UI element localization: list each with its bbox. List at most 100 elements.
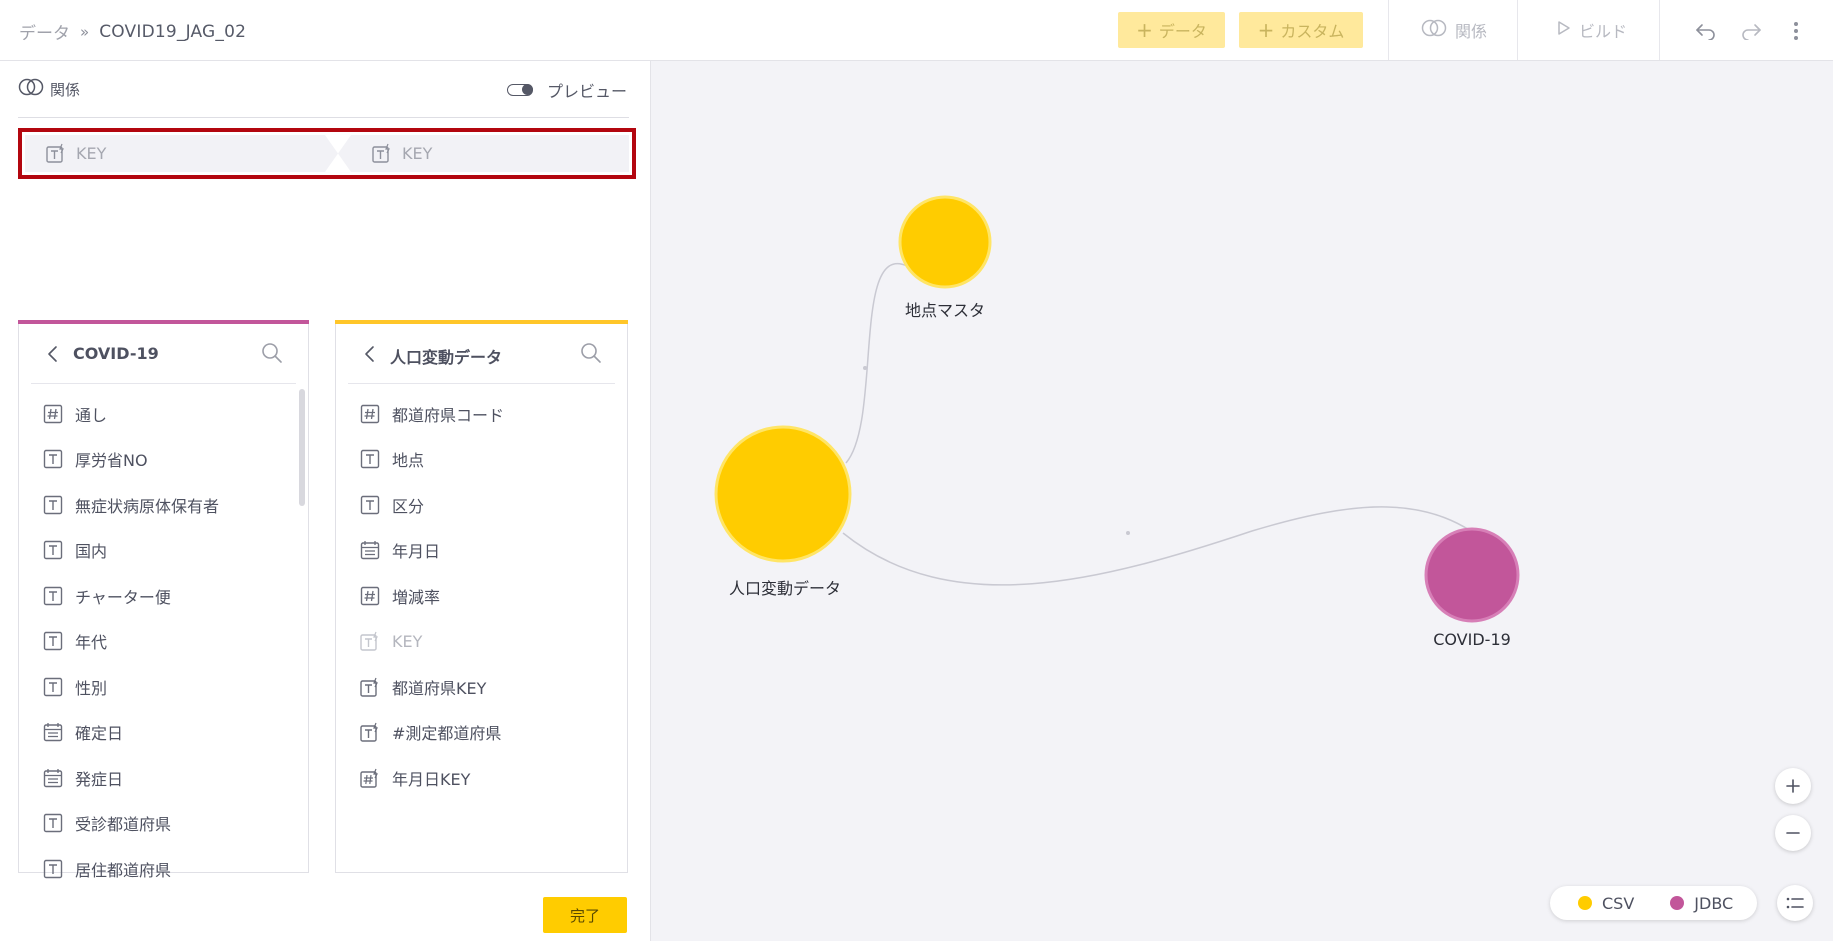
join-separator: [325, 135, 351, 172]
add-custom-label: カスタム: [1280, 22, 1345, 41]
field-label: 地点: [392, 451, 425, 471]
plus-icon: +: [1136, 18, 1153, 42]
calendar-icon: [360, 540, 380, 560]
text-type-icon: [43, 859, 63, 879]
field-row[interactable]: 国内: [19, 528, 308, 574]
build-button[interactable]: ビルド: [1557, 12, 1627, 48]
more-menu-icon[interactable]: [1783, 18, 1809, 44]
field-row[interactable]: 年月日: [336, 528, 627, 574]
breadcrumb-root-link[interactable]: データ: [19, 19, 70, 44]
field-row[interactable]: 都道府県コード: [336, 391, 627, 437]
field-row[interactable]: 性別: [19, 664, 308, 710]
field-list: 都道府県コード 地点区分年月日増減率 KEY 都道府県KEY #測定都道府県年月日KEY: [336, 391, 627, 801]
field-row[interactable]: 確定日: [19, 710, 308, 756]
number-type-icon: [360, 586, 380, 606]
table-card-header: COVID-19: [19, 324, 308, 383]
field-label: 年月日: [392, 542, 441, 562]
relation-button[interactable]: 関係: [1421, 12, 1487, 48]
node-chiten-circle: [898, 195, 992, 289]
number-type-icon: [43, 404, 63, 424]
text-type-icon: [43, 813, 63, 833]
field-row[interactable]: 無症状病原体保有者: [19, 482, 308, 528]
field-label: 都道府県KEY: [392, 678, 487, 698]
field-row[interactable]: 年月日KEY: [336, 755, 627, 801]
toolbar-divider: [1659, 0, 1660, 60]
zoom-in-button[interactable]: [1775, 768, 1811, 804]
minus-icon: [1786, 832, 1800, 834]
field-row[interactable]: 増減率: [336, 573, 627, 619]
node-jinko-circle: [714, 425, 852, 563]
field-label: 居住都道府県: [75, 860, 172, 880]
join-left-field[interactable]: KEY: [46, 143, 106, 163]
field-row[interactable]: 地点: [336, 437, 627, 483]
field-row[interactable]: 都道府県KEY: [336, 664, 627, 710]
zoom-out-button[interactable]: [1775, 815, 1811, 851]
node-label-chiten[interactable]: 地点マスタ: [905, 297, 985, 321]
field-row[interactable]: 厚労省NO: [19, 437, 308, 483]
list-view-button[interactable]: [1777, 885, 1813, 921]
legend-item-csv: CSV: [1578, 894, 1634, 913]
source-legend: CSV JDBC: [1550, 886, 1757, 920]
relation-graph-canvas[interactable]: 地点マスタ 人口変動データ COVID-19: [652, 61, 1833, 941]
field-row[interactable]: KEY: [336, 619, 627, 665]
field-label: 年代: [75, 633, 108, 653]
field-label: 性別: [75, 678, 108, 698]
search-icon[interactable]: [260, 341, 284, 365]
search-icon[interactable]: [579, 341, 603, 365]
add-data-label: データ: [1158, 22, 1207, 41]
field-label: 都道府県コード: [392, 405, 505, 425]
text-custom-icon: [360, 677, 380, 697]
text-type-icon: [43, 495, 63, 515]
field-label: 年月日KEY: [392, 769, 471, 789]
graph-edge: [845, 262, 908, 464]
field-row[interactable]: チャーター便: [19, 573, 308, 619]
text-custom-icon: [46, 143, 66, 163]
field-label: 厚労省NO: [75, 451, 148, 471]
text-custom-icon: [360, 631, 380, 651]
edge-midpoint: [1126, 531, 1130, 535]
csv-dot-icon: [1578, 896, 1592, 910]
field-row[interactable]: 通し: [19, 391, 308, 437]
table-name: 人口変動データ: [390, 348, 503, 367]
undo-icon[interactable]: [1693, 18, 1719, 44]
edge-midpoint: [863, 366, 867, 370]
field-row[interactable]: 区分: [336, 482, 627, 528]
table-card-covid: COVID-19 通し厚労省NO 無症状病原体保有者国内チャーター便 年代性別確定日…: [18, 320, 309, 880]
field-label: チャーター便: [75, 587, 171, 607]
node-covid-circle: [1424, 527, 1520, 623]
redo-icon[interactable]: [1738, 18, 1764, 44]
add-custom-button[interactable]: + カスタム: [1239, 12, 1363, 48]
text-type-icon: [360, 449, 380, 469]
breadcrumb: データ » COVID19_JAG_02: [19, 19, 246, 45]
field-label: 発症日: [75, 769, 124, 789]
relation-icon: [18, 78, 44, 100]
toolbar-divider: [1388, 0, 1389, 60]
field-label: 受診都道府県: [75, 815, 172, 835]
divider: [18, 117, 629, 118]
field-label: 通し: [75, 405, 108, 425]
text-type-icon: [43, 677, 63, 697]
breadcrumb-separator: »: [80, 22, 90, 41]
preview-label: プレビュー: [546, 82, 627, 101]
join-right-field[interactable]: KEY: [372, 143, 432, 163]
field-row[interactable]: 受診都道府県: [19, 801, 308, 847]
top-bar: データ » COVID19_JAG_02 + データ + カスタム 関係 ビルド: [0, 0, 1833, 61]
field-row[interactable]: #測定都道府県: [336, 710, 627, 756]
join-condition-row[interactable]: KEY KEY: [18, 128, 636, 179]
field-row[interactable]: 年代: [19, 619, 308, 665]
chevron-left-icon[interactable]: [45, 345, 61, 363]
done-button[interactable]: 完了: [543, 897, 627, 933]
scrollbar-thumb[interactable]: [299, 389, 305, 506]
node-label-jinko[interactable]: 人口変動データ: [729, 575, 841, 599]
calendar-icon: [43, 768, 63, 788]
graph-edge: [842, 506, 1495, 586]
field-label: 無症状病原体保有者: [75, 496, 220, 516]
field-row[interactable]: 居住都道府県: [19, 846, 308, 892]
graph-svg: [714, 195, 1520, 623]
field-row[interactable]: 発症日: [19, 755, 308, 801]
node-label-covid[interactable]: COVID-19: [1433, 630, 1511, 649]
add-data-button[interactable]: + データ: [1118, 12, 1225, 48]
preview-toggle[interactable]: [506, 84, 533, 96]
text-type-icon: [360, 495, 380, 515]
chevron-left-icon[interactable]: [362, 345, 378, 363]
